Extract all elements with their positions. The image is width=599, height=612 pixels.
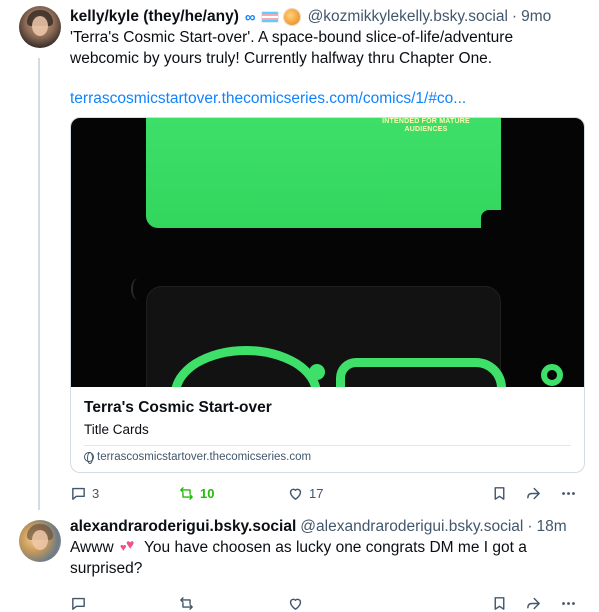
reply-button[interactable] xyxy=(70,593,92,612)
card-domain: terrascosmicstartover.thecomicseries.com xyxy=(84,451,312,464)
like-button[interactable]: 17 xyxy=(287,483,323,503)
reply-count: 3 xyxy=(92,485,100,501)
repost-count: 10 xyxy=(200,485,215,501)
post-header: kelly/kyle (they/he/any) ∞ @kozmikkyleke… xyxy=(70,6,589,28)
infinity-icon: ∞ xyxy=(244,8,256,26)
avatar-face xyxy=(32,530,48,550)
card-divider xyxy=(84,445,571,446)
avatar[interactable] xyxy=(19,6,61,48)
planet-emoji-icon xyxy=(283,9,300,25)
like-icon xyxy=(289,488,302,500)
hearts-emoji-icon xyxy=(120,537,138,555)
post-actions xyxy=(70,593,587,612)
post-time[interactable]: 9mo xyxy=(521,8,551,26)
separator-dot: · xyxy=(527,518,533,535)
post-item[interactable]: alexandraroderigui.bsky.social @alexandr… xyxy=(0,512,599,612)
thumbnail-panel-notch xyxy=(481,210,503,230)
thumbnail-logo-ring xyxy=(541,364,563,386)
share-icon xyxy=(527,597,540,609)
avatar[interactable] xyxy=(19,520,61,562)
trans-flag-icon xyxy=(260,11,279,23)
thumbnail-logo-right xyxy=(336,358,506,387)
card-domain-text: terrascosmicstartover.thecomicseries.com xyxy=(97,451,312,463)
post-link[interactable]: terrascosmicstartover.thecomicseries.com… xyxy=(70,90,466,108)
more-options-button[interactable] xyxy=(560,593,577,612)
reply-button[interactable]: 3 xyxy=(70,483,99,503)
link-card[interactable]: INTENDED FOR MATURE AUDIENCES Terra's Co… xyxy=(70,117,585,473)
card-description: Title Cards xyxy=(84,422,149,437)
thumbnail-logo-dot xyxy=(309,364,325,380)
share-icon xyxy=(527,487,540,499)
share-button[interactable] xyxy=(525,483,542,503)
repost-icon xyxy=(180,596,193,610)
repost-button[interactable]: 10 xyxy=(178,483,214,503)
author-display-name[interactable]: kelly/kyle (they/he/any) xyxy=(70,8,239,26)
bookmark-icon xyxy=(494,596,505,610)
reply-icon xyxy=(72,487,85,500)
globe-icon xyxy=(84,452,94,464)
card-title: Terra's Cosmic Start-over xyxy=(84,399,272,416)
separator-dot: · xyxy=(511,8,518,25)
post-time[interactable]: 18m xyxy=(537,518,567,536)
post-text-start: Awww xyxy=(70,539,114,556)
more-options-button[interactable] xyxy=(560,483,577,503)
post-text-end: You have choosen as lucky one congrats D… xyxy=(70,539,527,577)
bookmark-icon xyxy=(494,486,505,500)
post-header: alexandraroderigui.bsky.social @alexandr… xyxy=(70,516,589,538)
author-handle[interactable]: @alexandraroderigui.bsky.social xyxy=(300,518,523,536)
author-handle[interactable]: @kozmikkylekelly.bsky.social xyxy=(308,8,508,26)
thumbnail-mature-notice: INTENDED FOR MATURE AUDIENCES xyxy=(382,118,470,133)
bookmark-button[interactable] xyxy=(491,593,508,612)
reply-icon xyxy=(72,597,85,610)
share-button[interactable] xyxy=(525,593,542,612)
post-item[interactable]: kelly/kyle (they/he/any) ∞ @kozmikkyleke… xyxy=(0,0,599,512)
card-thumbnail: INTENDED FOR MATURE AUDIENCES xyxy=(71,118,584,387)
repost-button[interactable] xyxy=(178,593,200,612)
like-button[interactable] xyxy=(287,593,309,612)
post-actions: 3 10 17 xyxy=(70,483,587,503)
thumbnail-scratch xyxy=(131,278,145,300)
bookmark-button[interactable] xyxy=(491,483,508,503)
post-text: 'Terra's Cosmic Start-over'. A space-bou… xyxy=(70,29,514,67)
post-text: Awww You have choosen as lucky one congr… xyxy=(70,537,580,579)
more-icon xyxy=(562,601,575,605)
like-icon xyxy=(289,598,302,610)
avatar-face xyxy=(32,16,48,36)
author-display-name[interactable]: alexandraroderigui.bsky.social xyxy=(70,518,296,536)
repost-icon xyxy=(180,486,193,500)
thumbnail-green-panel xyxy=(146,118,501,228)
more-icon xyxy=(562,491,575,495)
like-count: 17 xyxy=(309,485,324,501)
